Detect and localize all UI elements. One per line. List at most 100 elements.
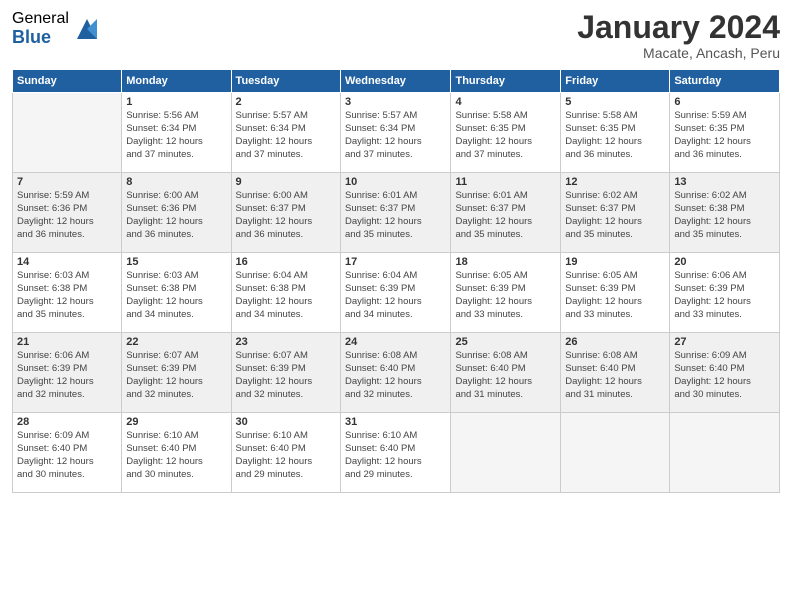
calendar-day-cell — [670, 413, 780, 493]
calendar-day-cell: 3 Sunrise: 5:57 AMSunset: 6:34 PMDaylight… — [341, 93, 451, 173]
calendar-day-cell: 14Sunrise: 6:03 AMSunset: 6:38 PMDayligh… — [13, 253, 122, 333]
calendar-day-cell: 17 Sunrise: 6:04 AMSunset: 6:39 PMDayligh… — [341, 253, 451, 333]
day-info: Sunrise: 5:59 AMSunset: 6:36 PMDaylight:… — [17, 190, 117, 241]
day-number: 27 — [674, 336, 775, 348]
day-info: Sunrise: 5:56 AMSunset: 6:34 PMDaylight:… — [126, 110, 226, 161]
day-number: 3 — [345, 96, 446, 108]
day-number: 23 — [236, 336, 336, 348]
calendar-day-cell: 2 Sunrise: 5:57 AMSunset: 6:34 PMDaylight… — [231, 93, 340, 173]
calendar-day-cell: 31 Sunrise: 6:10 AMSunset: 6:40 PMDayligh… — [341, 413, 451, 493]
day-number: 11 — [455, 176, 556, 188]
day-info: Sunrise: 6:03 AMSunset: 6:38 PMDaylight:… — [126, 270, 226, 321]
col-wednesday: Wednesday — [341, 70, 451, 93]
col-monday: Monday — [122, 70, 231, 93]
calendar-day-cell: 10 Sunrise: 6:01 AMSunset: 6:37 PMDayligh… — [341, 173, 451, 253]
calendar-day-cell: 19 Sunrise: 6:05 AMSunset: 6:39 PMDayligh… — [561, 253, 670, 333]
day-number: 19 — [565, 256, 665, 268]
day-info: Sunrise: 6:10 AMSunset: 6:40 PMDaylight:… — [126, 430, 226, 481]
day-number: 5 — [565, 96, 665, 108]
calendar-day-cell: 8Sunrise: 6:00 AMSunset: 6:36 PMDaylight… — [122, 173, 231, 253]
day-info: Sunrise: 6:02 AMSunset: 6:37 PMDaylight:… — [565, 190, 665, 241]
calendar-day-cell: 13 Sunrise: 6:02 AMSunset: 6:38 PMDayligh… — [670, 173, 780, 253]
day-number: 30 — [236, 416, 336, 428]
logo-text: General Blue — [12, 10, 69, 47]
day-number: 13 — [674, 176, 775, 188]
calendar-week-row: 14 Sunrise: 6:03 AMSunset: 6:38 PMDayligh… — [13, 253, 780, 333]
day-number: 24 — [345, 336, 446, 348]
month-year: January 2024 — [577, 10, 780, 45]
calendar-day-cell: 27 Sunrise: 6:09 AMSunset: 6:40 PMDayligh… — [670, 333, 780, 413]
day-number: 14 — [17, 256, 117, 268]
calendar-day-cell: 29 Sunrise: 6:10 AMSunset: 6:40 PMDayligh… — [122, 413, 231, 493]
day-number: 10 — [345, 176, 446, 188]
calendar-day-cell — [451, 413, 561, 493]
calendar-week-row: 21 Sunrise: 6:06 AMSunset: 6:39 PMDayligh… — [13, 333, 780, 413]
day-info: Sunrise: 6:06 AMSunset: 6:39 PMDaylight:… — [674, 270, 775, 321]
day-info: Sunrise: 6:00 AMSunset: 6:37 PMDaylight:… — [236, 190, 336, 241]
day-number: 8 — [126, 176, 226, 188]
day-info: Sunrise: 6:04 AMSunset: 6:39 PMDaylight:… — [345, 270, 446, 321]
day-info: Sunrise: 6:06 AMSunset: 6:39 PMDaylight:… — [17, 350, 117, 401]
day-number: 18 — [455, 256, 556, 268]
logo: General Blue — [12, 10, 101, 47]
day-info: Sunrise: 6:02 AMSunset: 6:38 PMDaylight:… — [674, 190, 775, 241]
day-number: 1 — [126, 96, 226, 108]
day-info: Sunrise: 6:08 AMSunset: 6:40 PMDaylight:… — [455, 350, 556, 401]
logo-blue: Blue — [12, 28, 69, 48]
title-block: January 2024 Macate, Ancash, Peru — [577, 10, 780, 61]
calendar-header-row: Sunday Monday Tuesday Wednesday Thursday… — [13, 70, 780, 93]
day-info: Sunrise: 6:10 AMSunset: 6:40 PMDaylight:… — [345, 430, 446, 481]
calendar-day-cell: 16 Sunrise: 6:04 AMSunset: 6:38 PMDayligh… — [231, 253, 340, 333]
day-number: 29 — [126, 416, 226, 428]
day-number: 21 — [17, 336, 117, 348]
calendar-day-cell: 24Sunrise: 6:08 AMSunset: 6:40 PMDayligh… — [341, 333, 451, 413]
day-number: 2 — [236, 96, 336, 108]
col-thursday: Thursday — [451, 70, 561, 93]
day-number: 9 — [236, 176, 336, 188]
calendar-day-cell: 18 Sunrise: 6:05 AMSunset: 6:39 PMDayligh… — [451, 253, 561, 333]
calendar-day-cell: 1 Sunrise: 5:56 AMSunset: 6:34 PMDaylight… — [122, 93, 231, 173]
day-number: 16 — [236, 256, 336, 268]
calendar-day-cell — [13, 93, 122, 173]
calendar-day-cell: 30Sunrise: 6:10 AMSunset: 6:40 PMDayligh… — [231, 413, 340, 493]
day-number: 12 — [565, 176, 665, 188]
logo-general: General — [12, 10, 69, 28]
calendar-day-cell: 26 Sunrise: 6:08 AMSunset: 6:40 PMDayligh… — [561, 333, 670, 413]
day-number: 28 — [17, 416, 117, 428]
day-info: Sunrise: 5:59 AMSunset: 6:35 PMDaylight:… — [674, 110, 775, 161]
day-info: Sunrise: 6:09 AMSunset: 6:40 PMDaylight:… — [17, 430, 117, 481]
day-info: Sunrise: 6:05 AMSunset: 6:39 PMDaylight:… — [565, 270, 665, 321]
day-info: Sunrise: 6:01 AMSunset: 6:37 PMDaylight:… — [345, 190, 446, 241]
calendar-day-cell: 12 Sunrise: 6:02 AMSunset: 6:37 PMDayligh… — [561, 173, 670, 253]
day-number: 25 — [455, 336, 556, 348]
day-number: 7 — [17, 176, 117, 188]
day-info: Sunrise: 6:08 AMSunset: 6:40 PMDaylight:… — [565, 350, 665, 401]
calendar-day-cell: 28 Sunrise: 6:09 AMSunset: 6:40 PMDayligh… — [13, 413, 122, 493]
day-info: Sunrise: 5:57 AMSunset: 6:34 PMDaylight:… — [236, 110, 336, 161]
day-info: Sunrise: 6:07 AMSunset: 6:39 PMDaylight:… — [126, 350, 226, 401]
logo-icon — [73, 15, 101, 43]
calendar-week-row: 7 Sunrise: 5:59 AMSunset: 6:36 PMDaylight… — [13, 173, 780, 253]
calendar-day-cell: 7 Sunrise: 5:59 AMSunset: 6:36 PMDaylight… — [13, 173, 122, 253]
day-info: Sunrise: 6:05 AMSunset: 6:39 PMDaylight:… — [455, 270, 556, 321]
day-info: Sunrise: 5:58 AMSunset: 6:35 PMDaylight:… — [565, 110, 665, 161]
day-number: 20 — [674, 256, 775, 268]
day-info: Sunrise: 6:09 AMSunset: 6:40 PMDaylight:… — [674, 350, 775, 401]
day-info: Sunrise: 6:04 AMSunset: 6:38 PMDaylight:… — [236, 270, 336, 321]
day-info: Sunrise: 6:01 AMSunset: 6:37 PMDaylight:… — [455, 190, 556, 241]
col-friday: Friday — [561, 70, 670, 93]
calendar-day-cell: 22Sunrise: 6:07 AMSunset: 6:39 PMDayligh… — [122, 333, 231, 413]
day-info: Sunrise: 5:57 AMSunset: 6:34 PMDaylight:… — [345, 110, 446, 161]
col-sunday: Sunday — [13, 70, 122, 93]
calendar-week-row: 1 Sunrise: 5:56 AMSunset: 6:34 PMDaylight… — [13, 93, 780, 173]
calendar-day-cell: 11 Sunrise: 6:01 AMSunset: 6:37 PMDayligh… — [451, 173, 561, 253]
day-number: 4 — [455, 96, 556, 108]
calendar-day-cell: 6Sunrise: 5:59 AMSunset: 6:35 PMDaylight… — [670, 93, 780, 173]
day-number: 17 — [345, 256, 446, 268]
calendar-day-cell — [561, 413, 670, 493]
day-number: 26 — [565, 336, 665, 348]
calendar-table: Sunday Monday Tuesday Wednesday Thursday… — [12, 69, 780, 493]
main-container: General Blue January 2024 Macate, Ancash… — [0, 0, 792, 612]
day-number: 31 — [345, 416, 446, 428]
calendar-day-cell: 4Sunrise: 5:58 AMSunset: 6:35 PMDaylight… — [451, 93, 561, 173]
